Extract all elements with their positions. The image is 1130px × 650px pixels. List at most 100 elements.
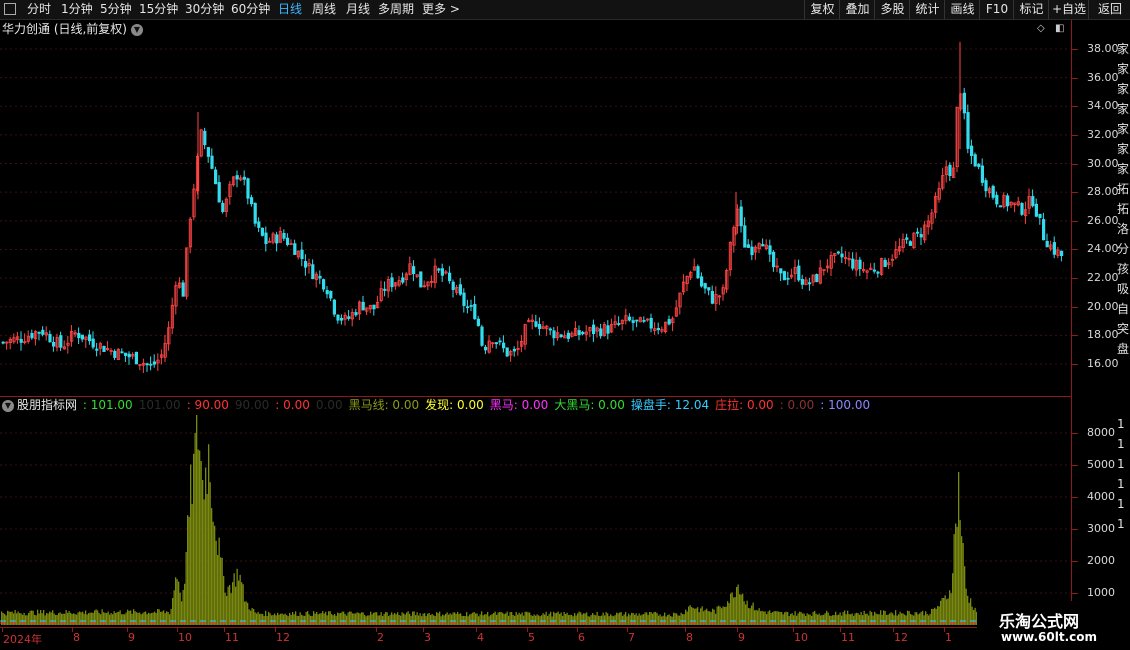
volume-bar <box>908 611 910 625</box>
candle-body <box>88 334 92 342</box>
candle-body <box>206 147 210 157</box>
candlestick-chart[interactable] <box>0 0 1072 628</box>
candle-body <box>483 346 488 351</box>
volume-bar <box>716 606 718 625</box>
x-axis-label: 10 <box>794 631 808 644</box>
x-axis-label: 1 <box>945 631 952 644</box>
volume-bar <box>296 615 298 625</box>
volume-bar <box>724 607 726 625</box>
indicator-name[interactable]: 股朋指标网 <box>17 398 77 412</box>
volume-bar <box>541 615 543 625</box>
candle-body <box>566 332 571 339</box>
volume-bar <box>797 613 799 625</box>
volume-bar <box>595 615 597 625</box>
candle-body <box>361 301 365 311</box>
candle-body <box>973 154 977 167</box>
volume-bar <box>749 608 751 625</box>
candle-body <box>858 259 862 270</box>
volume-bar <box>406 612 408 625</box>
candle-body <box>883 259 887 267</box>
indicator-value: 黑马: 0.00 <box>489 398 549 412</box>
candle-body <box>577 330 581 336</box>
volume-bar <box>752 602 754 625</box>
candle-body <box>347 316 351 319</box>
volume-bar <box>307 611 309 625</box>
volume-bar <box>332 615 334 625</box>
candle-body <box>41 329 45 335</box>
volume-bar <box>728 603 730 625</box>
indicator-chevron-icon[interactable]: ▼ <box>2 399 14 412</box>
volume-bar <box>203 499 205 625</box>
indicator-value: : 0.00 <box>779 398 815 412</box>
volume-bar <box>236 568 238 625</box>
volume-bar <box>197 449 199 625</box>
volume-bar <box>614 615 616 625</box>
price-axis-label: 28.00 <box>1087 185 1119 199</box>
axis-tick <box>1072 465 1078 466</box>
volume-bar <box>229 584 231 625</box>
volume-bar <box>166 611 168 625</box>
volume-bar <box>202 480 204 625</box>
candle-body <box>458 284 463 295</box>
volume-bar <box>224 592 226 625</box>
volume-bar <box>268 611 270 625</box>
volume-bar <box>719 606 721 625</box>
volume-bar <box>877 614 879 625</box>
volume-bar <box>86 614 88 625</box>
back-button[interactable]: 返回 <box>1088 0 1130 19</box>
volume-bar <box>67 612 69 625</box>
volume-bar <box>379 615 381 625</box>
price-axis-label: 22.00 <box>1087 271 1119 285</box>
right-strip-text: 家 <box>1117 62 1130 76</box>
candle-body <box>908 241 913 246</box>
volume-bar <box>335 615 337 625</box>
right-strip-text: 家 <box>1117 42 1130 56</box>
volume-bar <box>28 612 30 625</box>
axis-tick <box>423 628 424 632</box>
volume-bar <box>388 616 390 625</box>
price-axis-label: 18.00 <box>1087 328 1119 342</box>
candle-body <box>217 182 221 203</box>
volume-bar <box>806 613 808 625</box>
volume-bar <box>808 614 810 625</box>
x-axis-label: 12 <box>276 631 290 644</box>
volume-bar <box>737 584 739 625</box>
volume-bar <box>893 615 895 625</box>
volume-bar <box>256 613 258 625</box>
candle-body <box>77 332 81 339</box>
volume-bar <box>377 615 379 625</box>
indicator-value: 0.00 <box>315 398 343 412</box>
volume-bar <box>328 611 330 625</box>
volume-bar <box>376 612 378 625</box>
volume-bar <box>430 615 432 625</box>
volume-bar <box>953 534 955 625</box>
volume-bar <box>548 613 550 625</box>
volume-bar <box>286 614 288 625</box>
volume-bar <box>221 557 223 625</box>
axis-tick <box>627 628 628 632</box>
volume-bar <box>640 615 642 625</box>
volume-bar <box>950 593 952 625</box>
volume-bar <box>68 611 70 625</box>
candle-body <box>1060 250 1064 257</box>
price-axis-label: 38.00 <box>1087 42 1119 55</box>
candle-body <box>30 332 34 339</box>
volume-bar <box>740 594 742 625</box>
volume-bar <box>896 615 898 625</box>
volume-bar <box>962 543 964 625</box>
candle-body <box>401 277 405 283</box>
right-strip-text: 自 <box>1117 302 1130 316</box>
volume-bar <box>476 613 478 625</box>
volume-bar <box>58 613 60 625</box>
candle-body <box>800 279 805 285</box>
right-strip-text: 1 <box>1117 477 1125 491</box>
volume-bar <box>209 482 211 625</box>
volume-bar <box>191 504 193 625</box>
axis-tick <box>72 628 73 632</box>
right-strip-text: 孩 <box>1117 262 1130 276</box>
candle-body <box>52 341 56 347</box>
volume-bar <box>776 611 778 625</box>
volume-bar <box>767 611 769 625</box>
candle-body <box>339 317 344 321</box>
volume-bar <box>76 614 78 625</box>
